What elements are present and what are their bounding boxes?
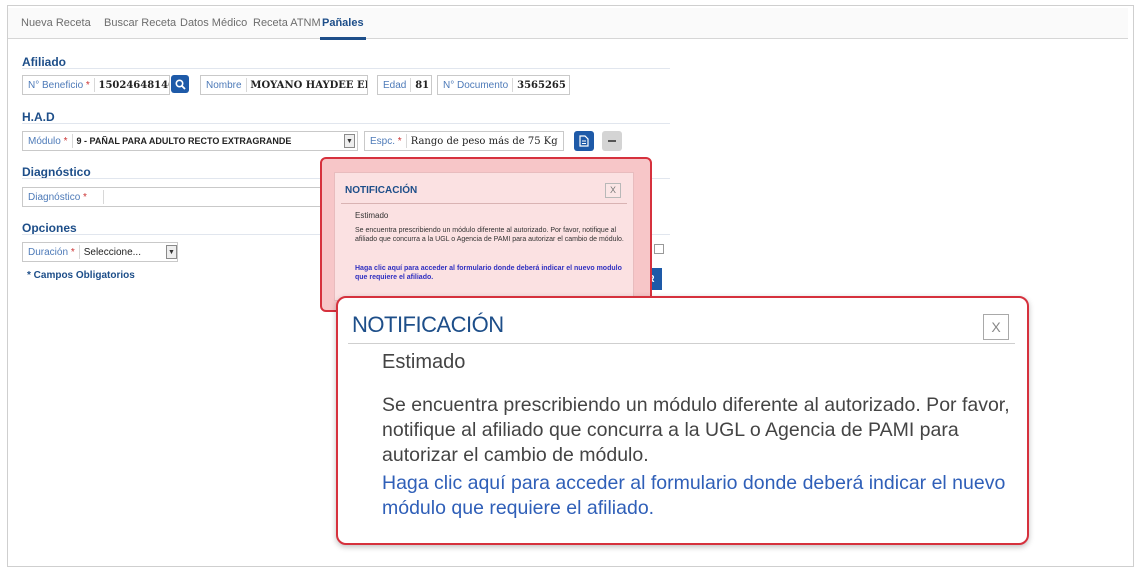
documento-field[interactable]: N° Documento 3565265 xyxy=(437,75,570,95)
tab-bar: Nueva Receta Buscar Receta Datos Médico … xyxy=(8,8,1128,40)
notification-title: NOTIFICACIÓN xyxy=(352,312,504,337)
section-title-opciones: Opciones xyxy=(22,221,77,235)
section-divider xyxy=(22,123,670,124)
beneficio-label: N° Beneficio * xyxy=(28,79,90,91)
edad-value[interactable]: 81 xyxy=(411,80,431,91)
notification-body: Se encuentra prescribiendo un módulo dif… xyxy=(355,227,624,243)
duracion-value: Seleccione... xyxy=(83,246,141,258)
tab-buscar-receta[interactable]: Buscar Receta xyxy=(104,17,176,29)
duracion-label: Duración * xyxy=(28,246,75,258)
espc-value: Rango de peso más de 75 Kg xyxy=(410,135,558,147)
chevron-down-icon[interactable]: ▼ xyxy=(344,134,355,148)
notification-modal-small: NOTIFICACIÓN X Estimado Se encuentra pre… xyxy=(320,157,652,312)
modulo-select[interactable]: Módulo * 9 - PAÑAL PARA ADULTO RECTO EXT… xyxy=(22,131,358,151)
notification-body: Se encuentra prescribiendo un módulo dif… xyxy=(382,394,1010,466)
option-checkbox[interactable] xyxy=(654,244,664,254)
notification-greeting: Estimado xyxy=(382,351,466,373)
diagnostico-field[interactable]: Diagnóstico * xyxy=(22,187,332,207)
section-title-had: H.A.D xyxy=(22,110,55,124)
chevron-down-icon[interactable]: ▼ xyxy=(166,245,177,259)
espc-field[interactable]: Espc. * Rango de peso más de 75 Kg xyxy=(364,131,564,151)
beneficio-value[interactable]: 15024648140000 xyxy=(95,80,169,91)
notification-greeting: Estimado xyxy=(355,211,389,220)
tab-datos-medico[interactable]: Datos Médico xyxy=(180,17,247,29)
search-icon xyxy=(174,78,186,90)
remove-button[interactable] xyxy=(602,131,622,151)
tab-panales[interactable]: Pañales xyxy=(320,17,366,40)
documento-value[interactable]: 3565265 xyxy=(513,80,569,91)
close-button[interactable]: X xyxy=(605,183,621,198)
diagnostico-label: Diagnóstico * xyxy=(28,191,87,203)
nombre-value[interactable]: MOYANO HAYDEE ELVA xyxy=(246,80,367,91)
notification-title: NOTIFICACIÓN xyxy=(345,185,418,196)
notification-panel: NOTIFICACIÓN X Estimado Se encuentra pre… xyxy=(334,172,634,301)
section-title-diagnostico: Diagnóstico xyxy=(22,165,91,179)
search-button[interactable] xyxy=(171,75,189,93)
section-divider xyxy=(22,68,670,69)
divider xyxy=(348,343,1015,344)
beneficio-field[interactable]: N° Beneficio * 15024648140000 xyxy=(22,75,170,95)
modulo-value: 9 - PAÑAL PARA ADULTO RECTO EXTRAGRANDE xyxy=(76,136,292,146)
section-title-afiliado: Afiliado xyxy=(22,55,66,69)
edad-field[interactable]: Edad 81 xyxy=(377,75,432,95)
espc-label: Espc. * xyxy=(370,135,402,147)
documento-label: N° Documento xyxy=(443,79,509,91)
notification-modal-zoom: NOTIFICACIÓN X Estimado Se encuentra pre… xyxy=(336,296,1029,545)
modulo-label: Módulo * xyxy=(28,135,68,147)
notification-form-link[interactable]: Haga clic aquí para acceder al formulari… xyxy=(382,471,1012,521)
required-fields-note: * Campos Obligatorios xyxy=(27,270,135,281)
notification-form-link[interactable]: Haga clic aquí para acceder al formulari… xyxy=(355,264,625,282)
divider xyxy=(341,203,627,204)
nombre-field[interactable]: Nombre MOYANO HAYDEE ELVA xyxy=(200,75,368,95)
nombre-label: Nombre xyxy=(206,79,242,91)
duracion-select[interactable]: Duración * Seleccione... xyxy=(22,242,178,262)
tab-nueva-receta[interactable]: Nueva Receta xyxy=(21,17,91,29)
close-button[interactable]: X xyxy=(983,314,1009,340)
tab-receta-atnm[interactable]: Receta ATNM xyxy=(253,17,321,29)
minus-icon xyxy=(608,140,616,142)
edad-label: Edad xyxy=(383,79,407,91)
document-button[interactable] xyxy=(574,131,594,151)
document-icon xyxy=(579,135,589,147)
